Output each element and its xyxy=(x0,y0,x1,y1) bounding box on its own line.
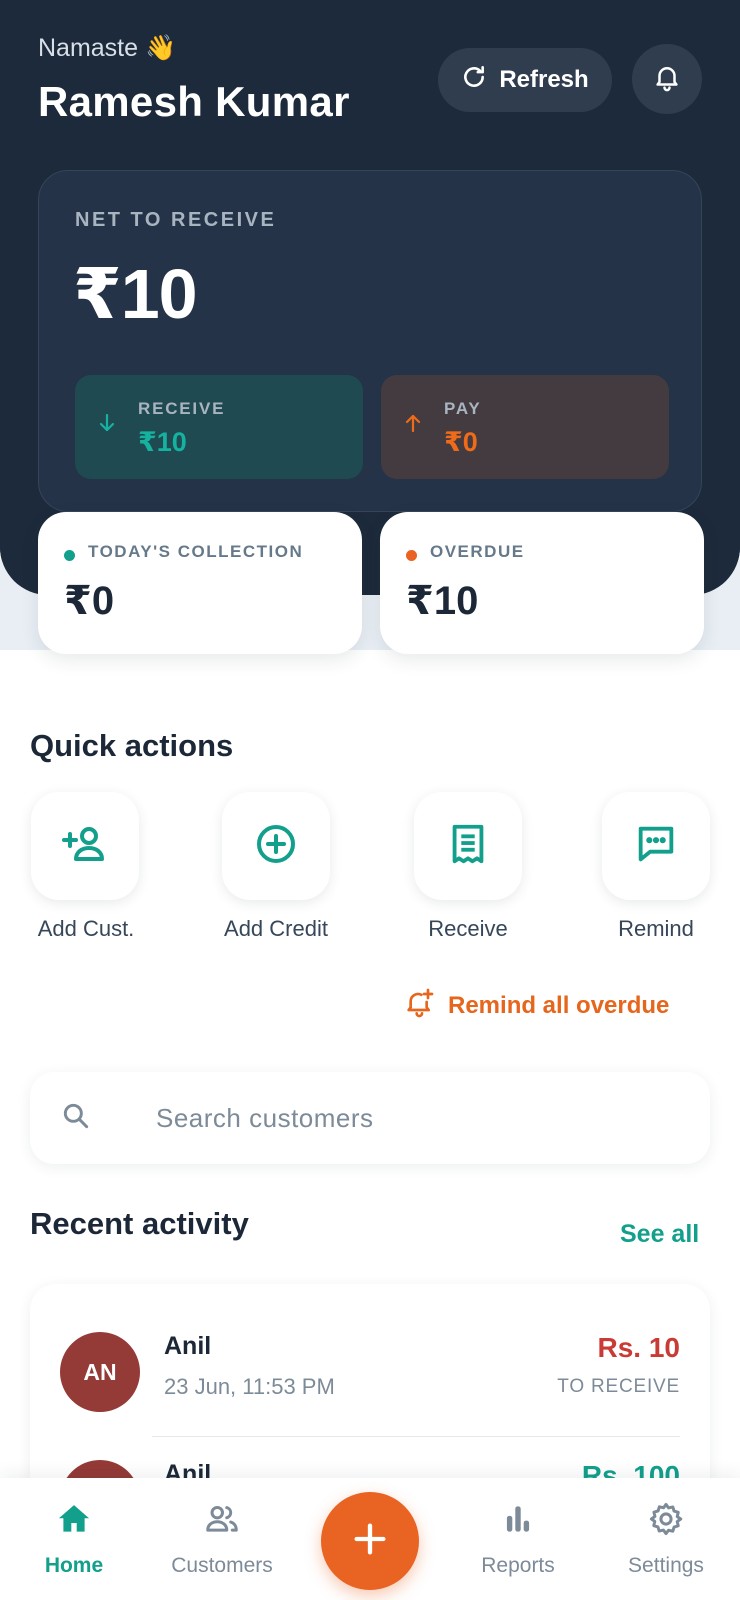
receive-button[interactable] xyxy=(414,792,522,900)
nav-home[interactable]: Home xyxy=(0,1478,148,1600)
remind-all-label: Remind all overdue xyxy=(448,991,670,1019)
remind-label: Remind xyxy=(618,916,694,941)
receive-amount: ₹10 xyxy=(138,427,187,457)
quick-actions-title: Quick actions xyxy=(30,728,234,763)
nav-settings[interactable]: Settings xyxy=(592,1478,740,1600)
net-amount: ₹10 xyxy=(73,255,198,333)
bell-plus-icon xyxy=(404,986,436,1025)
message-icon xyxy=(633,821,679,872)
remind-button[interactable] xyxy=(602,792,710,900)
notifications-button[interactable] xyxy=(632,44,702,114)
customer-name: Anil xyxy=(164,1332,212,1360)
add-customer-label: Add Cust. xyxy=(37,916,135,941)
gear-icon xyxy=(647,1500,685,1543)
plus-circle-icon xyxy=(252,820,300,873)
plus-icon xyxy=(350,1519,390,1564)
arrow-down-icon xyxy=(95,411,119,440)
overdue-label: OVERDUE xyxy=(430,542,525,561)
transaction-type: TO RECEIVE xyxy=(557,1376,680,1397)
bell-icon xyxy=(652,62,682,97)
net-balance-card: NET TO RECEIVE ₹10 RECEIVE ₹10 PAY ₹0 xyxy=(38,170,702,512)
greeting: Namaste 👋 xyxy=(38,34,177,62)
list-item[interactable]: AN Anil 23 Jun, 11:53 PM Rs. 10 TO RECEI… xyxy=(30,1308,710,1440)
todays-collection-card[interactable]: TODAY'S COLLECTION ₹0 xyxy=(38,512,362,654)
status-dot-orange xyxy=(406,550,417,561)
search-icon xyxy=(60,1100,92,1137)
refresh-button[interactable]: Refresh xyxy=(438,48,612,112)
add-transaction-fab[interactable] xyxy=(321,1492,419,1590)
transaction-date: 23 Jun, 11:53 PM xyxy=(164,1374,335,1399)
pay-amount: ₹0 xyxy=(444,427,478,457)
bar-chart-icon xyxy=(499,1500,537,1543)
search-input[interactable] xyxy=(156,1094,676,1142)
add-credit-label: Add Credit xyxy=(224,916,328,941)
home-icon xyxy=(55,1500,93,1543)
nav-customers[interactable]: Customers xyxy=(148,1478,296,1600)
todays-collection-value: ₹0 xyxy=(64,579,115,623)
search-bar[interactable] xyxy=(30,1072,710,1164)
see-all-link[interactable]: See all xyxy=(620,1220,699,1249)
nav-reports-label: Reports xyxy=(481,1554,555,1577)
receive-label: Receive xyxy=(428,916,508,941)
remind-all-overdue-button[interactable]: Remind all overdue xyxy=(404,986,669,1025)
net-label: NET TO RECEIVE xyxy=(75,209,277,231)
todays-collection-label: TODAY'S COLLECTION xyxy=(88,542,304,561)
nav-home-label: Home xyxy=(44,1554,104,1577)
add-credit-button[interactable] xyxy=(222,792,330,900)
overdue-value: ₹10 xyxy=(406,579,479,623)
customers-icon xyxy=(203,1500,241,1543)
receive-label: RECEIVE xyxy=(138,399,226,418)
user-name: Ramesh Kumar xyxy=(38,78,350,125)
avatar: AN xyxy=(60,1332,140,1412)
recent-activity-title: Recent activity xyxy=(30,1206,249,1241)
nav-reports[interactable]: Reports xyxy=(444,1478,592,1600)
pay-label: PAY xyxy=(444,399,482,418)
nav-customers-label: Customers xyxy=(171,1554,273,1577)
refresh-label: Refresh xyxy=(499,66,589,93)
transaction-amount: Rs. 10 xyxy=(597,1332,681,1363)
add-person-icon xyxy=(61,820,109,873)
overdue-card[interactable]: OVERDUE ₹10 xyxy=(380,512,704,654)
header-panel: Namaste 👋 Ramesh Kumar Refresh NET TO RE… xyxy=(0,0,740,595)
arrow-up-icon xyxy=(401,411,425,440)
status-dot-teal xyxy=(64,550,75,561)
receipt-icon xyxy=(445,821,491,872)
pay-card[interactable]: PAY ₹0 xyxy=(381,375,669,479)
nav-settings-label: Settings xyxy=(628,1554,704,1577)
refresh-icon xyxy=(461,64,487,97)
receive-card[interactable]: RECEIVE ₹10 xyxy=(75,375,363,479)
add-customer-button[interactable] xyxy=(31,792,139,900)
